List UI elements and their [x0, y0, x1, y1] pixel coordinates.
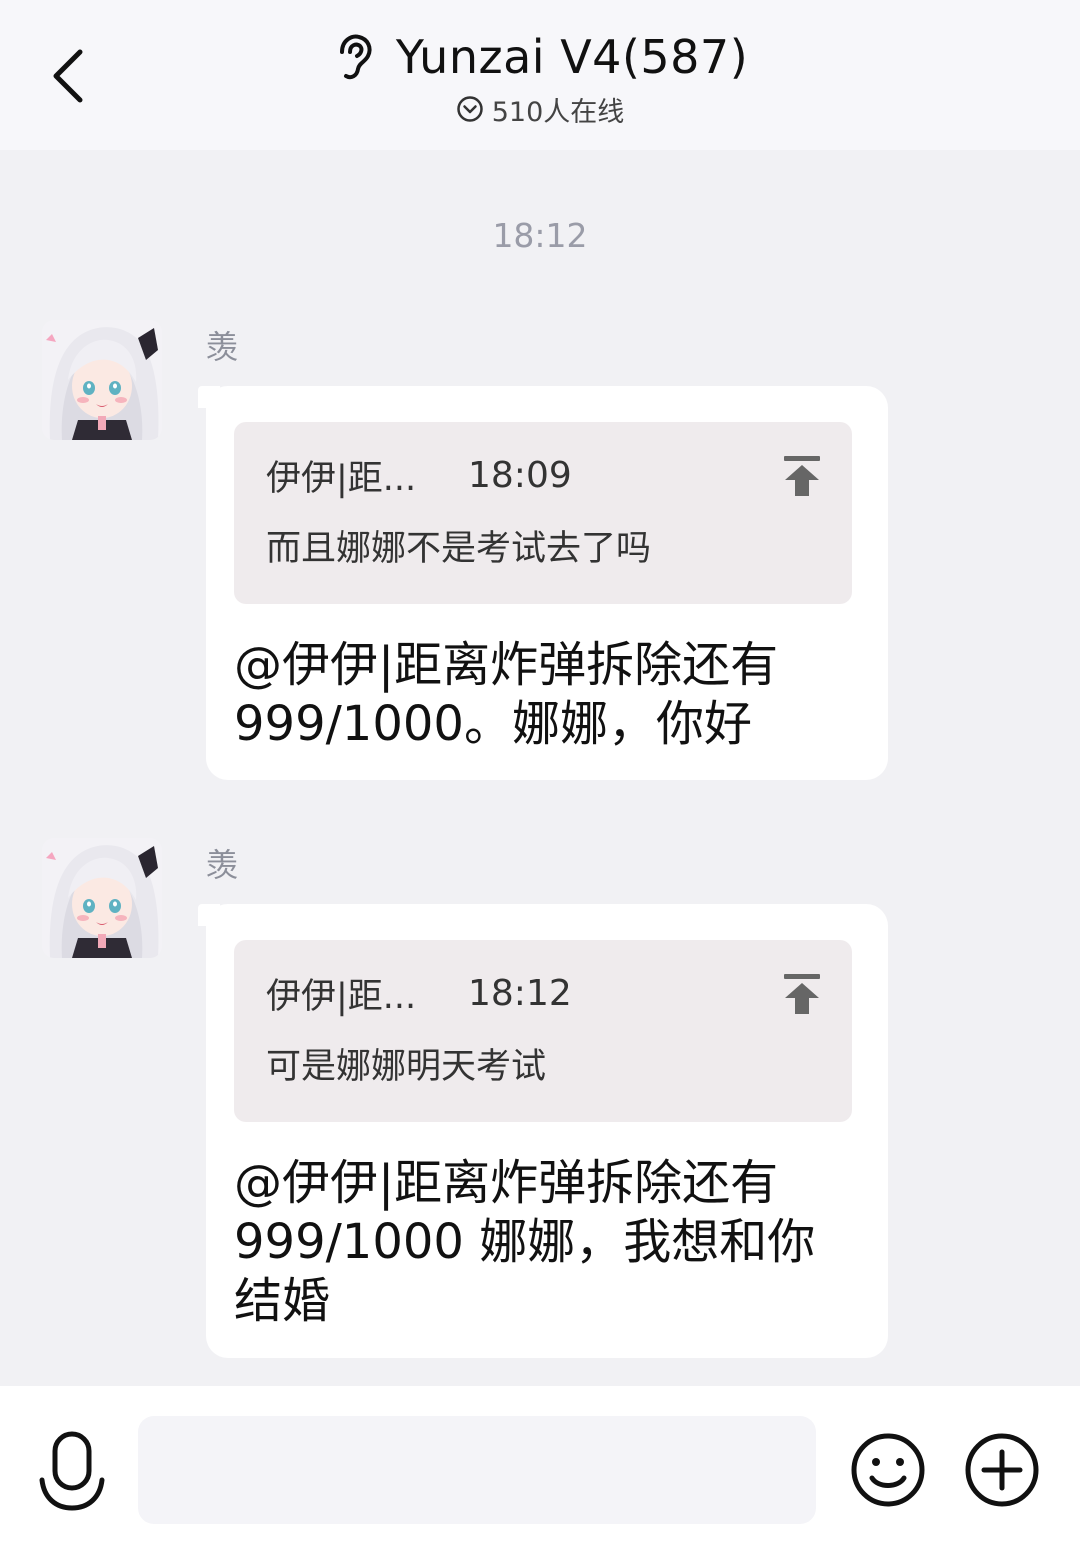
- avatar[interactable]: [42, 838, 162, 958]
- quoted-message[interactable]: 伊伊|距... 18:12 可是娜娜明天考试: [234, 940, 852, 1122]
- chat-header: Yunzai V4(587) 510人在线: [0, 0, 1080, 150]
- group-title: Yunzai V4(587): [395, 30, 749, 84]
- message-bubble[interactable]: 伊伊|距... 18:09 而且娜娜不是考试去了吗 @伊伊|距离炸弹拆除还有99…: [198, 386, 888, 780]
- quoted-time: 18:09: [468, 454, 572, 496]
- avatar[interactable]: [42, 320, 162, 440]
- sender-name: 羡: [206, 846, 239, 884]
- quoted-sender: 伊伊|距...: [266, 458, 417, 499]
- smiley-icon: [850, 1432, 926, 1508]
- input-bar: [0, 1386, 1080, 1554]
- microphone-icon: [38, 1430, 106, 1514]
- message-item: 羡 伊伊|距... 18:09 而且娜娜不是考试去了吗 @伊伊|距离炸弹拆除还有…: [0, 320, 1080, 780]
- voice-button[interactable]: [38, 1430, 106, 1514]
- message-bubble[interactable]: 伊伊|距... 18:12 可是娜娜明天考试 @伊伊|距离炸弹拆除还有999/1…: [198, 904, 888, 1358]
- message-list[interactable]: 18:12 羡 伊伊|距... 18:09 而且娜娜不是考试去了吗 @伊伊|距离…: [0, 150, 1080, 1386]
- quoted-text: 可是娜娜明天考试: [266, 1047, 547, 1087]
- message-item: 羡 伊伊|距... 18:12 可是娜娜明天考试 @伊伊|距离炸弹拆除还有999…: [0, 838, 1080, 1358]
- sender-name: 羡: [206, 328, 239, 366]
- time-separator: 18:12: [492, 216, 588, 255]
- online-status[interactable]: 510人在线: [0, 90, 1080, 128]
- message-text: @伊伊|距离炸弹拆除还有999/1000 娜娜，我想和你结婚: [234, 1155, 816, 1329]
- quoted-message[interactable]: 伊伊|距... 18:09 而且娜娜不是考试去了吗: [234, 422, 852, 604]
- chevron-down-circle-icon: [456, 95, 484, 123]
- plus-circle-icon: [964, 1432, 1040, 1508]
- message-input[interactable]: [138, 1416, 816, 1524]
- quoted-sender: 伊伊|距...: [266, 976, 417, 1017]
- ear-icon: [332, 32, 376, 82]
- quoted-text: 而且娜娜不是考试去了吗: [266, 529, 652, 569]
- more-button[interactable]: [964, 1432, 1040, 1508]
- title-row[interactable]: Yunzai V4(587): [0, 26, 1080, 88]
- message-text: @伊伊|距离炸弹拆除还有999/1000。娜娜，你好: [234, 637, 779, 752]
- emoji-button[interactable]: [850, 1432, 926, 1508]
- quoted-time: 18:12: [468, 972, 572, 1014]
- jump-to-top-icon[interactable]: [782, 972, 822, 1016]
- jump-to-top-icon[interactable]: [782, 454, 822, 498]
- online-count: 510人在线: [491, 96, 625, 128]
